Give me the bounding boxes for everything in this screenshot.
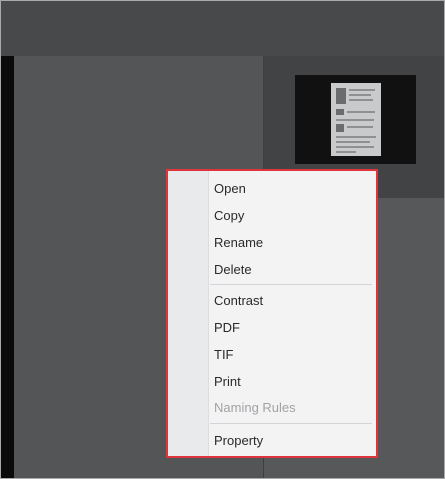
top-toolbar	[1, 1, 444, 56]
menu-item-naming-rules: Naming Rules	[214, 400, 296, 415]
document-thumbnail-icon	[331, 83, 381, 156]
document-thumbnail[interactable]	[295, 75, 416, 164]
menu-item-copy[interactable]: Copy	[214, 204, 364, 228]
menu-item-property[interactable]: Property	[214, 429, 364, 453]
menu-item-tif[interactable]: TIF	[214, 343, 364, 367]
menu-item-rename[interactable]: Rename	[214, 231, 364, 255]
menu-item-pdf[interactable]: PDF	[214, 316, 364, 340]
menu-separator	[210, 284, 372, 285]
menu-separator	[210, 423, 372, 424]
menu-item-print[interactable]: Print	[214, 370, 364, 394]
menu-item-delete[interactable]: Delete	[214, 258, 364, 282]
application-window: Open Copy Rename Delete Contrast PDF TIF…	[0, 0, 445, 479]
menu-item-contrast[interactable]: Contrast	[214, 289, 364, 313]
menu-icon-gutter	[168, 171, 209, 456]
context-menu: Open Copy Rename Delete Contrast PDF TIF…	[166, 169, 378, 458]
menu-item-open[interactable]: Open	[214, 177, 364, 201]
left-panel-edge	[1, 56, 14, 478]
